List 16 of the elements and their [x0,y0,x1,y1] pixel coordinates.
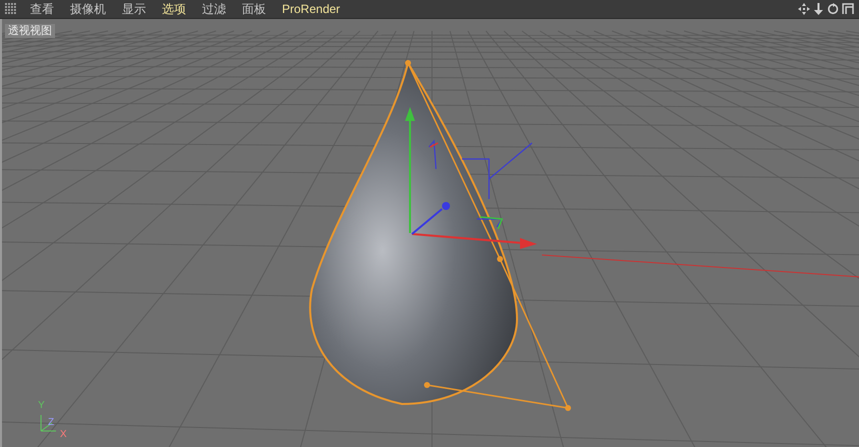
down-arrow-icon[interactable] [813,2,824,16]
move-icon[interactable] [798,3,810,15]
menu-item[interactable]: 显示 [122,0,146,18]
window-icon[interactable] [842,3,854,15]
menu-item[interactable]: 面板 [242,0,266,18]
menu-item[interactable]: 过滤 [202,0,226,18]
menu-item[interactable]: 查看 [30,0,54,18]
axis-label: X [60,430,67,440]
menu-item[interactable]: 选项 [162,0,186,18]
axis-label: Z [48,418,54,428]
grid-menu-icon[interactable] [5,3,17,15]
rotate-icon[interactable] [827,3,839,15]
viewport-title: 透视视图 [5,24,55,38]
axis-label: Y [38,401,45,411]
menu-item[interactable]: ProRender [282,0,340,18]
menu-item[interactable]: 摄像机 [70,0,106,18]
